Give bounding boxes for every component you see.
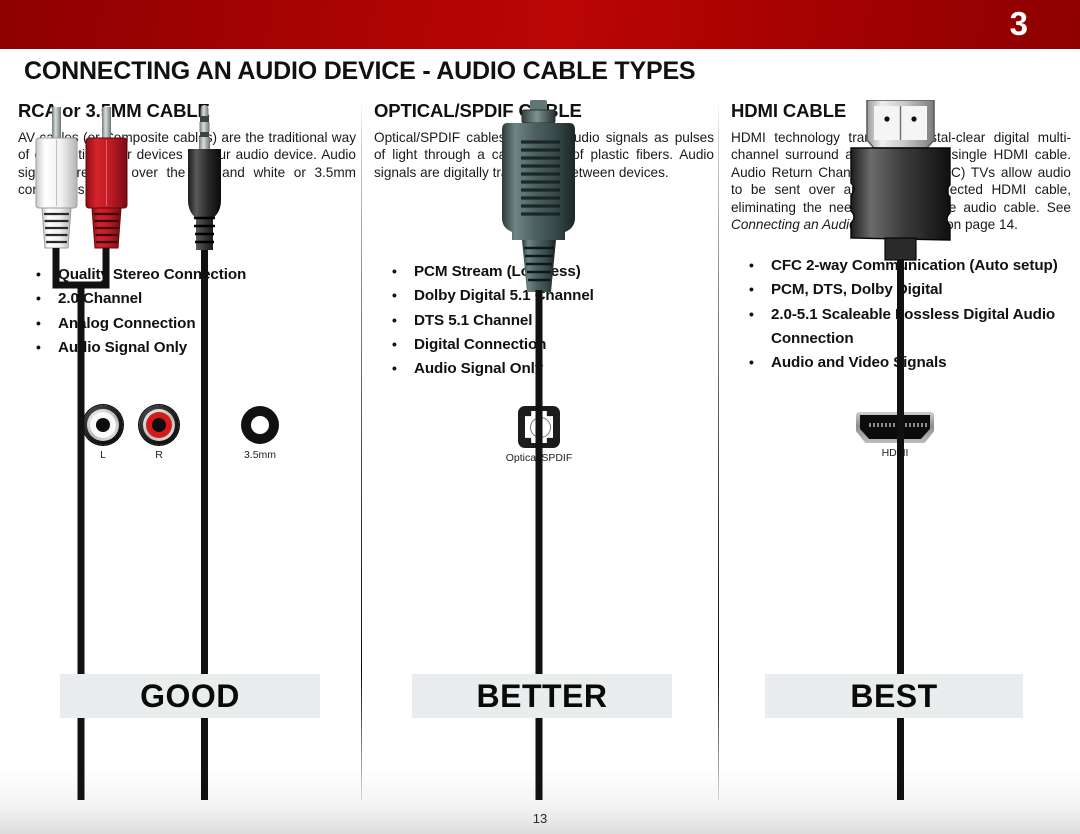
column-divider-2 xyxy=(718,100,719,800)
chapter-header-bar: 3 xyxy=(0,0,1080,49)
page-title: CONNECTING AN AUDIO DEVICE - AUDIO CABLE… xyxy=(24,57,696,85)
rating-banner-better: BETTER xyxy=(412,674,672,718)
rating-banner-good: GOOD xyxy=(60,674,320,718)
column-rca: RCA or 3.5MM CABLE AV cables (or Composi… xyxy=(18,100,356,800)
rating-label: BEST xyxy=(850,677,938,714)
document-page: 3 CONNECTING AN AUDIO DEVICE - AUDIO CAB… xyxy=(0,0,1080,834)
page-number: 13 xyxy=(532,811,548,826)
column-optical: OPTICAL/SPDIF CABLE Optical/SPDIF cables… xyxy=(374,100,714,800)
chapter-number: 3 xyxy=(1009,5,1028,42)
rating-label: GOOD xyxy=(140,677,240,714)
column-hdmi: HDMI CABLE HDMI technology transmits cry… xyxy=(731,100,1071,800)
rating-label: BETTER xyxy=(476,677,608,714)
content-columns: RCA or 3.5MM CABLE AV cables (or Composi… xyxy=(0,100,1080,800)
column-divider-1 xyxy=(361,100,362,800)
rating-banner-best: BEST xyxy=(765,674,1023,718)
